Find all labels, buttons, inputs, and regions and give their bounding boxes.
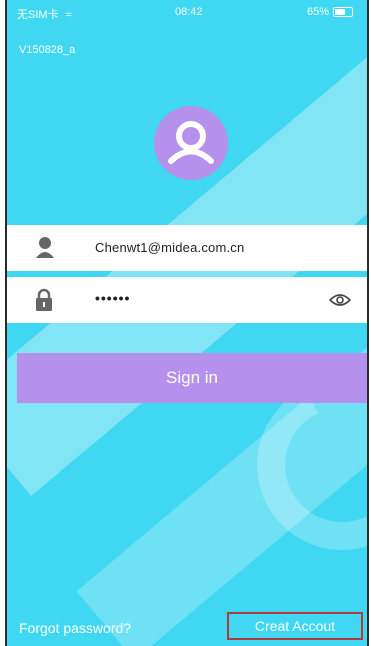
user-icon (35, 236, 55, 265)
phone-screen: 无SIM卡 ≈ 08:42 65% V150828_a Chenwt1@mide… (5, 0, 369, 646)
status-bar: 无SIM卡 ≈ 08:42 65% (7, 0, 367, 22)
sign-in-button[interactable]: Sign in (17, 353, 367, 403)
eye-icon[interactable] (328, 292, 352, 313)
email-field[interactable]: Chenwt1@midea.com.cn (7, 225, 367, 271)
status-right: 65% (307, 6, 353, 18)
password-field[interactable]: •••••• (7, 277, 367, 323)
battery-icon (333, 7, 353, 17)
carrier-text: 无SIM卡 (17, 9, 59, 21)
user-avatar-icon (154, 106, 228, 180)
password-value: •••••• (95, 290, 131, 306)
carrier-label: 无SIM卡 ≈ (17, 6, 72, 22)
version-label: V150828_a (19, 44, 76, 56)
email-value: Chenwt1@midea.com.cn (95, 240, 245, 255)
create-account-button[interactable]: Creat Accout (227, 612, 363, 640)
lock-icon (35, 288, 53, 317)
forgot-password-link[interactable]: Forgot password? (19, 620, 131, 636)
battery-percent: 65% (306, 6, 329, 18)
status-time: 08:42 (175, 6, 203, 18)
wifi-icon: ≈ (65, 9, 72, 21)
